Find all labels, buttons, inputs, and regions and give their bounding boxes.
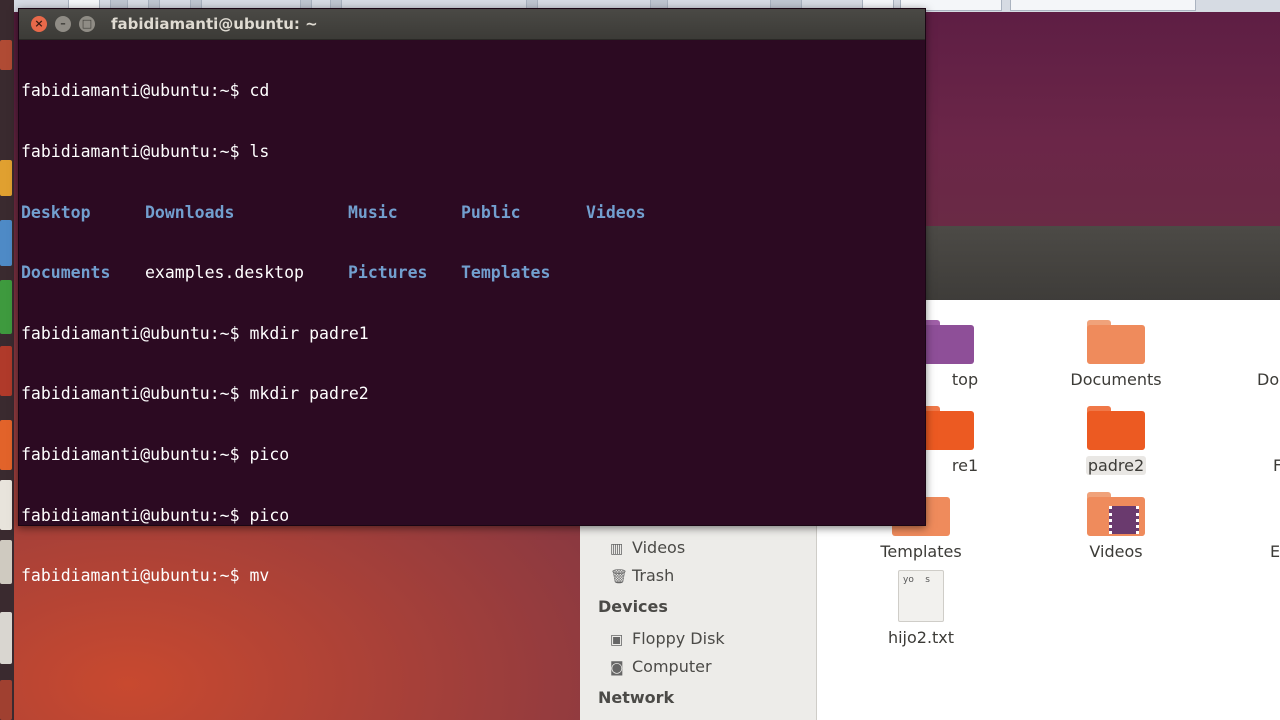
computer-icon: ◙ (610, 660, 624, 676)
launcher-icon[interactable] (0, 612, 12, 664)
file-item-label: padre2 (1085, 456, 1147, 475)
terminal-line: fabidiamanti@ubuntu:~$ ls (21, 142, 270, 161)
launcher-icon[interactable] (0, 540, 12, 584)
desktop-wallpaper (924, 12, 1280, 226)
launcher-icon[interactable] (0, 420, 12, 470)
terminal-titlebar[interactable]: × – □ fabidiamanti@ubuntu: ~ (19, 9, 925, 40)
sidebar-heading-network: Network (598, 688, 675, 707)
floppy-icon: ▣ (610, 632, 624, 648)
launcher-icon[interactable] (0, 346, 12, 396)
sidebar-item-label: Floppy Disk (632, 629, 725, 648)
file-item-label: Templates (880, 542, 962, 561)
terminal-title: fabidiamanti@ubuntu: ~ (111, 15, 318, 33)
launcher-icon[interactable] (0, 40, 12, 70)
ls-output-row: Documents examples.desktop Pictures Templat… (21, 263, 551, 283)
terminal-line: fabidiamanti@ubuntu:~$ mkdir padre2 (21, 384, 369, 404)
close-button[interactable]: × (31, 16, 47, 32)
launcher-icon[interactable] (0, 680, 12, 720)
ls-output-row: Desktop Downloads Music Public Videos (21, 202, 646, 222)
file-item-label: Videos (1089, 542, 1143, 561)
file-item-label: E (1270, 542, 1280, 561)
file-item-label: top (951, 370, 979, 389)
terminal-line: fabidiamanti@ubuntu:~$ pico (21, 505, 290, 525)
terminal-line: fabidiamanti@ubuntu:~$ pico (21, 444, 290, 464)
terminal-window[interactable]: × – □ fabidiamanti@ubuntu: ~ fabidiamant… (18, 8, 926, 585)
launcher-icon[interactable] (0, 280, 12, 334)
text-file-icon: yo s (898, 570, 944, 622)
file-item-videos[interactable]: Videos (1056, 492, 1176, 561)
launcher-icon[interactable] (0, 160, 12, 196)
file-item-partial[interactable]: E (1270, 542, 1280, 561)
terminal-line: fabidiamanti@ubuntu:~$ mv (21, 566, 270, 586)
sidebar-item-floppy-disk[interactable]: ▣ Floppy Disk (610, 629, 725, 648)
terminal-output[interactable]: fabidiamanti@ubuntu:~$ cd fabidiamanti@u… (21, 41, 646, 627)
file-item-label: hijo2.txt (887, 628, 955, 647)
maximize-button[interactable]: □ (79, 16, 95, 32)
file-manager-toolbar (924, 226, 1280, 302)
file-item-label: Documents (1070, 370, 1162, 389)
file-item-label: re1 (951, 456, 979, 475)
sidebar-item-computer[interactable]: ◙ Computer (610, 657, 712, 676)
file-item-partial[interactable]: F (1273, 456, 1280, 475)
folder-icon (1087, 320, 1145, 364)
launcher (0, 0, 14, 720)
file-item-partial[interactable]: Do (1257, 370, 1280, 389)
launcher-icon[interactable] (0, 220, 12, 266)
video-folder-icon (1087, 492, 1145, 536)
file-item-hijo2[interactable]: yo s hijo2.txt (861, 570, 981, 647)
terminal-line: fabidiamanti@ubuntu:~$ cd (21, 81, 270, 101)
sidebar-item-label: Computer (632, 657, 712, 676)
window-tab[interactable] (1010, 0, 1196, 11)
terminal-line: fabidiamanti@ubuntu:~$ mkdir padre1 (21, 323, 369, 343)
file-item-padre2[interactable]: padre2 (1056, 406, 1176, 475)
file-item-documents[interactable]: Documents (1056, 320, 1176, 389)
file-item-label: F (1273, 456, 1280, 475)
folder-icon (1087, 406, 1145, 450)
launcher-icon[interactable] (0, 480, 12, 530)
minimize-button[interactable]: – (55, 16, 71, 32)
file-item-label: Do (1257, 370, 1280, 389)
